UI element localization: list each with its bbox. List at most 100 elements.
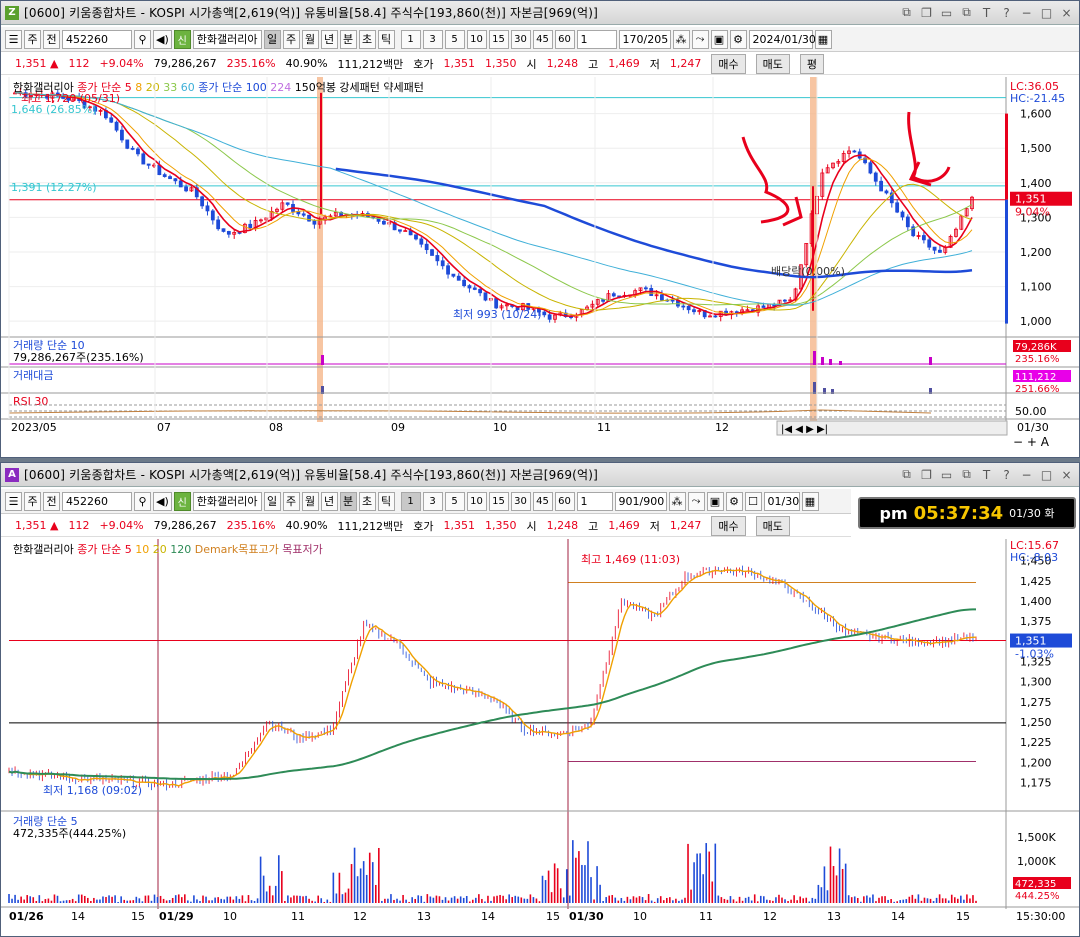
volume-bar — [535, 898, 538, 903]
volume-bar — [462, 897, 465, 903]
period-3[interactable]: 년 — [320, 29, 338, 49]
interval-4[interactable]: 15 — [488, 491, 509, 511]
candle-body — [932, 246, 937, 251]
close-button[interactable]: × — [1058, 466, 1075, 483]
quote-open: 1,248 — [546, 519, 579, 532]
volume-bar — [171, 897, 174, 903]
sound-icon[interactable]: ◀) — [153, 29, 172, 49]
search-icon[interactable]: ⚲ — [134, 491, 151, 511]
date-input[interactable]: 2024/01/30 — [748, 29, 816, 49]
counter-field[interactable]: 170/205 — [618, 29, 671, 49]
settings-icon[interactable]: ⚙ — [725, 491, 743, 511]
counter-field[interactable]: 901/900 — [614, 491, 667, 511]
font-icon[interactable]: T — [978, 466, 995, 483]
interval-6[interactable]: 45 — [532, 491, 553, 511]
interval-5[interactable]: 30 — [510, 29, 531, 49]
prev-button[interactable]: 전 — [43, 491, 60, 511]
volume-bar — [617, 900, 620, 903]
volume-bar — [738, 896, 741, 903]
avg-button[interactable]: 평 — [799, 53, 825, 74]
help-icon[interactable]: ? — [998, 466, 1015, 483]
help-icon[interactable]: ? — [998, 4, 1015, 21]
volume-bar — [568, 895, 571, 903]
minimize-button[interactable]: − — [1018, 466, 1035, 483]
link-icon[interactable]: ⧉ — [898, 4, 915, 21]
sell-button[interactable]: 매도 — [755, 53, 790, 74]
maximize-button[interactable]: □ — [1038, 466, 1055, 483]
restore-icon[interactable]: ⧉ — [958, 4, 975, 21]
volume-bar — [656, 898, 659, 903]
checkbox[interactable]: ☐ — [744, 491, 762, 511]
link-icon[interactable]: ⧉ — [898, 466, 915, 483]
x-tick-label: 2023/05 — [11, 421, 57, 434]
candle-body — [114, 121, 119, 131]
settings-icon[interactable]: ⚙ — [729, 29, 747, 49]
font-icon[interactable]: T — [978, 4, 995, 21]
period-6[interactable]: 틱 — [377, 29, 395, 49]
stock-name-input[interactable]: 한화갤러리아 — [192, 491, 262, 511]
code-input[interactable]: 452260 — [62, 29, 132, 49]
calendar-icon[interactable]: ▦ — [801, 491, 819, 511]
interval-2[interactable]: 5 — [444, 491, 465, 511]
interval-7[interactable]: 60 — [554, 29, 575, 49]
type-select[interactable]: 주 — [24, 491, 41, 511]
prev-button[interactable]: 전 — [43, 29, 60, 49]
title-bar[interactable]: Z [0600] 키움종합차트 - KOSPI 시가총액[2,619(억)] 유… — [1, 1, 1079, 25]
period-0[interactable]: 일 — [263, 29, 281, 49]
interval-0[interactable]: 1 — [400, 491, 421, 511]
duplicate-icon[interactable]: ❐ — [918, 4, 935, 21]
buy-button[interactable]: 매수 — [711, 53, 746, 74]
menu-icon[interactable]: ☰ — [5, 491, 22, 511]
daily-chart-area[interactable]: 1,6001,5001,4001,3001,2001,1001,000최고 1,… — [1, 77, 1079, 457]
save-icon[interactable]: ▣ — [706, 491, 724, 511]
restore-icon[interactable]: ⧉ — [958, 466, 975, 483]
type-select[interactable]: 주 — [24, 29, 41, 49]
minimize-button[interactable]: − — [1018, 4, 1035, 21]
minimize-icon[interactable]: ▭ — [938, 466, 955, 483]
unit-input[interactable]: 1 — [576, 491, 613, 511]
stock-name-input[interactable]: 한화갤러리아 — [192, 29, 262, 49]
period-4[interactable]: 분 — [339, 491, 357, 511]
minimize-icon[interactable]: ▭ — [938, 4, 955, 21]
period-3[interactable]: 년 — [320, 491, 338, 511]
period-4[interactable]: 분 — [339, 29, 357, 49]
interval-1[interactable]: 3 — [422, 29, 443, 49]
sell-button[interactable]: 매도 — [755, 515, 790, 536]
interval-1[interactable]: 3 — [422, 491, 443, 511]
period-0[interactable]: 일 — [263, 491, 281, 511]
period-2[interactable]: 월 — [301, 29, 319, 49]
save-icon[interactable]: ▣ — [710, 29, 728, 49]
maximize-button[interactable]: □ — [1038, 4, 1055, 21]
title-bar[interactable]: A [0600] 키움종합차트 - KOSPI 시가총액[2,619(억)] 유… — [1, 463, 1079, 487]
volume-bar — [914, 898, 917, 903]
period-1[interactable]: 주 — [282, 491, 300, 511]
grid-icon[interactable]: ⁂ — [668, 491, 686, 511]
period-5[interactable]: 초 — [358, 491, 376, 511]
code-input[interactable]: 452260 — [62, 491, 132, 511]
interval-3[interactable]: 10 — [466, 491, 487, 511]
period-5[interactable]: 초 — [358, 29, 376, 49]
interval-4[interactable]: 15 — [488, 29, 509, 49]
duplicate-icon[interactable]: ❐ — [918, 466, 935, 483]
grid-icon[interactable]: ⁂ — [672, 29, 690, 49]
search-icon[interactable]: ⚲ — [134, 29, 151, 49]
close-button[interactable]: × — [1058, 4, 1075, 21]
buy-button[interactable]: 매수 — [711, 515, 746, 536]
interval-2[interactable]: 5 — [444, 29, 465, 49]
draw-icon[interactable]: ⤳ — [691, 29, 709, 49]
menu-icon[interactable]: ☰ — [5, 29, 22, 49]
calendar-icon[interactable]: ▦ — [814, 29, 832, 49]
period-6[interactable]: 틱 — [377, 491, 395, 511]
sound-icon[interactable]: ◀) — [153, 491, 172, 511]
unit-input[interactable]: 1 — [576, 29, 617, 49]
interval-6[interactable]: 45 — [532, 29, 553, 49]
interval-5[interactable]: 30 — [510, 491, 531, 511]
interval-0[interactable]: 1 — [400, 29, 421, 49]
minute-chart-area[interactable]: 1,4501,4251,4001,3751,3501,3251,3001,275… — [1, 539, 1079, 934]
draw-icon[interactable]: ⤳ — [687, 491, 705, 511]
period-2[interactable]: 월 — [301, 491, 319, 511]
period-1[interactable]: 주 — [282, 29, 300, 49]
interval-3[interactable]: 10 — [466, 29, 487, 49]
interval-7[interactable]: 60 — [554, 491, 575, 511]
date-input[interactable]: 01/30 — [763, 491, 800, 511]
